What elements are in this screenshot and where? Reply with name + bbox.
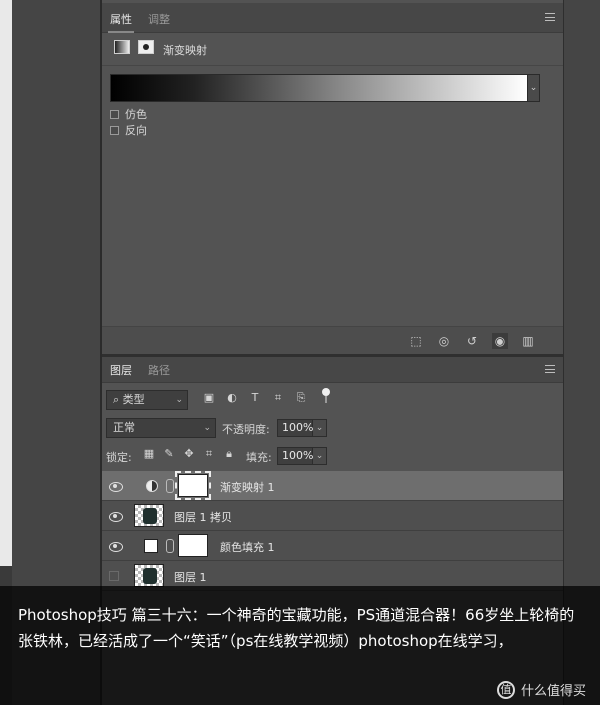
dither-checkbox-row[interactable]: 仿色 [110,106,147,122]
link-icon[interactable] [166,539,174,553]
layer-name: 渐变映射 1 [220,481,275,494]
reverse-checkbox[interactable] [110,125,119,135]
layer-thumbnail [134,504,164,527]
caption-text: Photoshop技巧 篇三十六：一个神奇的宝藏功能，PS通道混合器！66岁坐上… [18,606,575,650]
trash-icon[interactable]: ▥ [520,333,536,349]
layer-row-color-fill[interactable]: 颜色填充 1 [102,531,563,561]
fill-dropdown[interactable]: ⌄ [313,447,327,465]
gradient-map-icon [114,40,130,54]
watermark-logo-icon: 值 [496,680,515,699]
layers-menu-icon[interactable] [545,365,555,373]
gradient-dropdown-button[interactable]: ⌄ [528,74,540,102]
blend-mode-value: 正常 [113,421,135,434]
search-icon: ⌕ [113,393,123,406]
eye-icon[interactable] [108,540,123,552]
type-filter-icon[interactable]: T [248,391,262,405]
lock-label: 锁定: [106,451,132,464]
tab-paths[interactable]: 路径 [148,362,170,378]
filter-kind-value: 类型 [122,393,145,406]
fill-input[interactable]: 100% [277,447,313,465]
dither-checkbox[interactable] [110,109,119,119]
tab-layers[interactable]: 图层 [110,362,132,378]
opacity-dropdown[interactable]: ⌄ [313,419,327,437]
properties-tabbar: 属性 调整 [102,3,563,33]
dither-label: 仿色 [125,108,147,121]
smart-object-filter-icon[interactable]: ⎘ [294,391,308,405]
layers-tabbar: 图层 路径 [102,357,563,383]
color-fill-swatch[interactable] [144,539,158,553]
watermark: 值 什么值得买 [496,680,586,699]
lock-transparent-icon[interactable]: ▦ [142,447,156,461]
adjustment-header: 渐变映射 [102,30,563,66]
gradient-map-adjustment-icon [146,480,158,492]
layer-mask-thumbnail[interactable] [178,534,208,557]
properties-panel: 属性 调整 渐变映射 ⌄ 仿色 反向 ⬚ ◎ ↺ ◉ ▥ [102,0,563,354]
hidden-visibility-box[interactable] [109,571,119,581]
layer-row-gradient-map[interactable]: 渐变映射 1 [102,471,563,501]
layer-name: 图层 1 拷贝 [174,511,232,524]
filter-kind-select[interactable]: ⌕ 类型 ⌄ [106,390,188,410]
caption-overlay: Photoshop技巧 篇三十六：一个神奇的宝藏功能，PS通道混合器！66岁坐上… [0,586,600,705]
chevron-down-icon: ⌄ [175,395,183,405]
layer-filter-row: ⌕ 类型 ⌄ ▣ ◐ T ⌗ ⎘ [102,387,563,413]
layer-thumbnail [134,564,164,587]
document-canvas [0,0,12,566]
link-icon[interactable] [166,479,174,493]
layer-mask-thumbnail[interactable] [175,471,211,500]
watermark-text: 什么值得买 [520,684,586,699]
layer-mask-icon[interactable] [138,40,154,54]
clip-to-layer-icon[interactable]: ⬚ [408,333,424,349]
opacity-input[interactable]: 100% [277,419,313,437]
chevron-down-icon: ⌄ [203,423,211,433]
visibility-icon[interactable]: ◉ [492,333,508,349]
reverse-checkbox-row[interactable]: 反向 [110,122,147,138]
adjustment-filter-icon[interactable]: ◐ [225,391,239,405]
lock-position-icon[interactable]: ✥ [182,447,196,461]
view-previous-icon[interactable]: ◎ [436,333,452,349]
fill-label: 填充: [246,451,272,464]
layer-row-layer1-copy[interactable]: 图层 1 拷贝 [102,501,563,531]
lock-image-icon[interactable]: ✎ [162,447,176,461]
blend-mode-select[interactable]: 正常 ⌄ [106,418,216,438]
tab-adjustments[interactable]: 调整 [148,11,170,27]
shape-filter-icon[interactable]: ⌗ [271,391,285,405]
properties-footer: ⬚ ◎ ↺ ◉ ▥ [102,326,563,354]
pixel-filter-icon[interactable]: ▣ [202,391,216,405]
layer-name: 颜色填充 1 [220,541,275,554]
adjustment-title: 渐变映射 [163,44,207,57]
lock-all-icon[interactable]: 🔒︎ [222,447,236,461]
filter-toggle-icon[interactable] [322,388,330,403]
reset-icon[interactable]: ↺ [464,333,480,349]
gradient-picker[interactable] [110,74,528,102]
tab-properties[interactable]: 属性 [108,11,134,33]
opacity-label: 不透明度: [222,423,270,436]
eye-icon[interactable] [108,480,123,492]
panel-menu-icon[interactable] [545,13,555,21]
eye-icon[interactable] [108,510,123,522]
layer-name: 图层 1 [174,571,207,584]
lock-artboard-icon[interactable]: ⌗ [202,447,216,461]
reverse-label: 反向 [125,124,147,137]
